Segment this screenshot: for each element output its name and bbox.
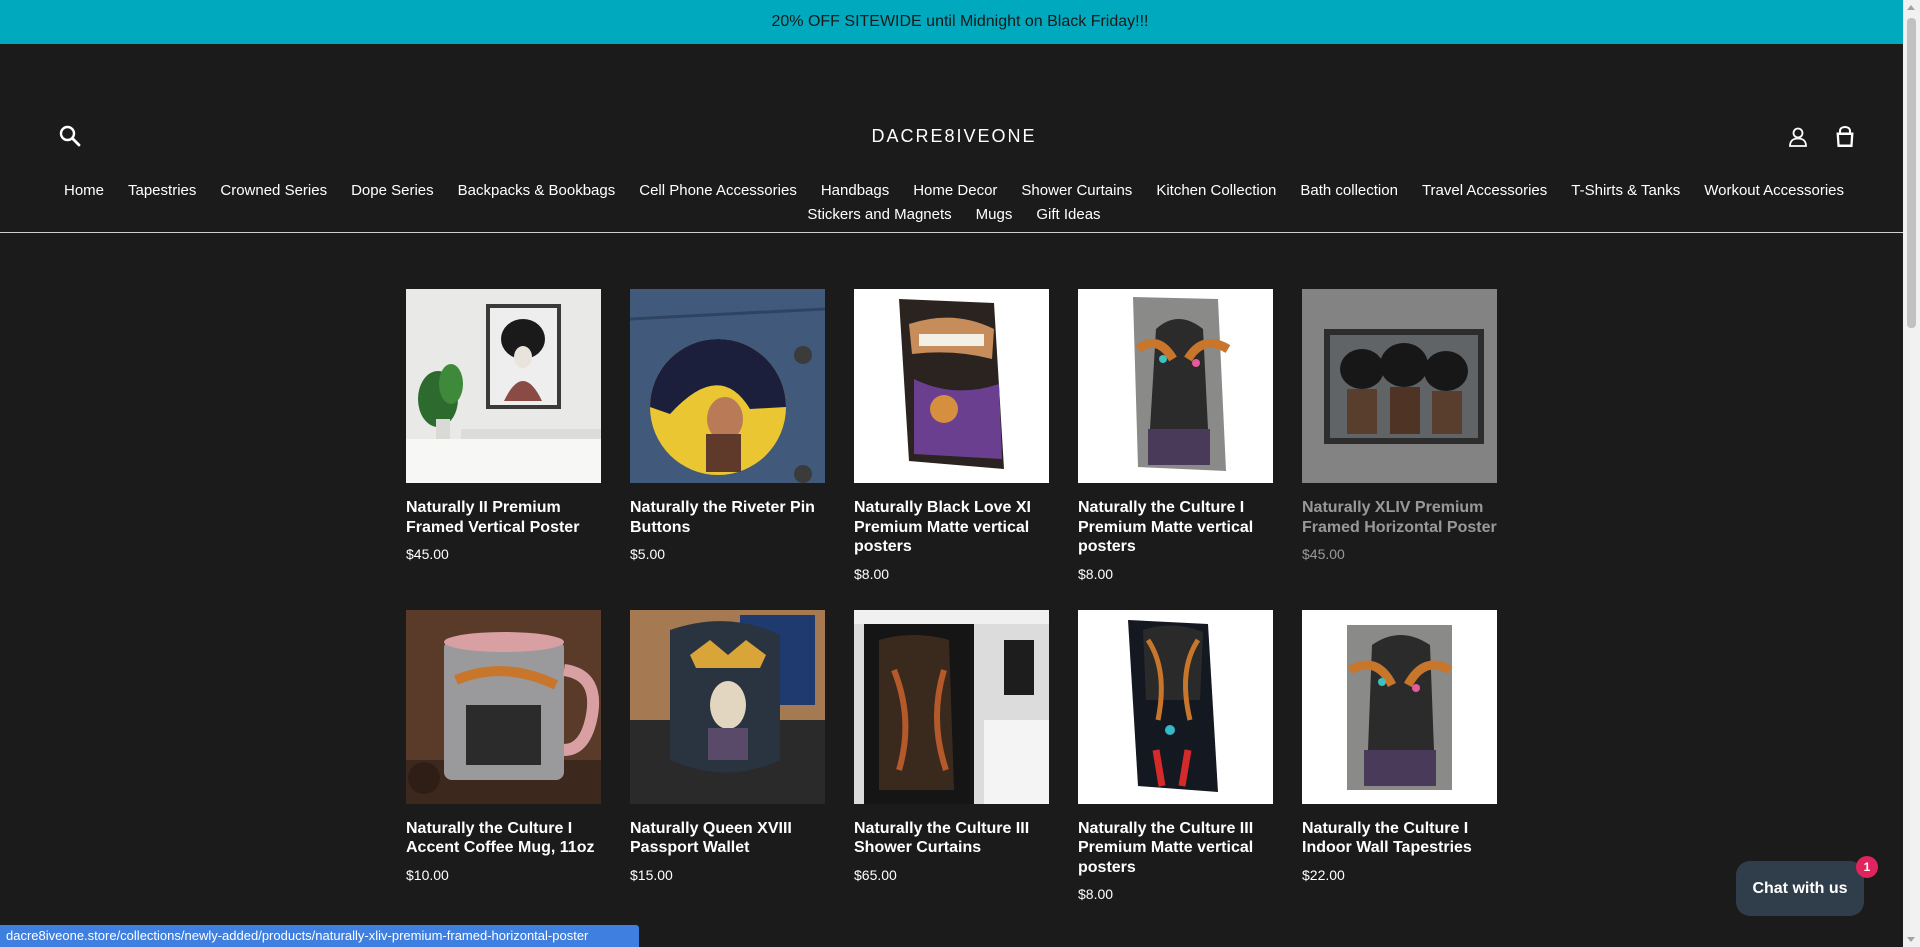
- product-price: $22.00: [1302, 866, 1345, 883]
- scroll-thumb[interactable]: [1907, 18, 1916, 328]
- product-price: $8.00: [1078, 886, 1114, 902]
- product-title[interactable]: Naturally the Riveter Pin Buttons: [630, 498, 825, 537]
- matte-poster-image[interactable]: [854, 289, 1049, 483]
- framed-poster-image[interactable]: [406, 289, 601, 483]
- user-icon: [1789, 127, 1807, 147]
- chat-button[interactable]: Chat with us: [1736, 861, 1864, 916]
- pin-button-image[interactable]: [630, 289, 825, 483]
- product-price: $10.00: [406, 866, 449, 883]
- nav-item-travel-accessories[interactable]: Travel Accessories: [1410, 183, 1559, 199]
- coffee-mug-image[interactable]: [406, 609, 601, 804]
- site-header: DACRE8IVEONE Home Tapestries Crowned Serie…: [0, 44, 1920, 233]
- nav-item-shower-curtains[interactable]: Shower Curtains: [1009, 183, 1144, 199]
- product-card[interactable]: Naturally Black Love XI Premium Matte ve…: [854, 289, 1049, 583]
- product-title[interactable]: Naturally II Premium Framed Vertical Pos…: [406, 498, 601, 537]
- product-card[interactable]: Naturally the Culture III Premium Matte …: [1078, 609, 1273, 904]
- product-title[interactable]: Naturally Queen XVIII Passport Wallet: [630, 819, 825, 858]
- scroll-up-arrow-icon[interactable]: [1907, 5, 1915, 10]
- product-card[interactable]: Naturally the Culture I Accent Coffee Mu…: [406, 609, 601, 904]
- matte-poster-image[interactable]: [1078, 289, 1273, 483]
- cart-icon: [1836, 125, 1854, 147]
- nav-item-bath-collection[interactable]: Bath collection: [1288, 183, 1410, 199]
- product-price: $65.00: [854, 866, 897, 883]
- nav-item-crowned-series[interactable]: Crowned Series: [208, 183, 339, 199]
- nav-item-stickers-and-magnets[interactable]: Stickers and Magnets: [795, 207, 963, 223]
- passport-wallet-image[interactable]: [630, 609, 825, 804]
- product-title[interactable]: Naturally Black Love XI Premium Matte ve…: [854, 498, 1049, 557]
- account-button[interactable]: [1787, 126, 1809, 148]
- product-card[interactable]: Naturally Queen XVIII Passport Wallet $15…: [630, 609, 825, 904]
- nav-item-dope-series[interactable]: Dope Series: [339, 183, 446, 199]
- product-card[interactable]: Naturally the Culture III Shower Curtain…: [854, 609, 1049, 904]
- cart-button[interactable]: [1833, 125, 1857, 149]
- product-title[interactable]: Naturally the Culture III Shower Curtain…: [854, 819, 1049, 858]
- main-navigation: Home Tapestries Crowned Series Dope Series B…: [12, 183, 1896, 223]
- nav-item-tapestries[interactable]: Tapestries: [116, 183, 208, 199]
- store-logo[interactable]: DACRE8IVEONE: [0, 126, 1908, 147]
- product-price: $15.00: [630, 866, 673, 883]
- wall-tapestry-image[interactable]: [1302, 609, 1497, 804]
- product-title[interactable]: Naturally the Culture I Premium Matte ve…: [1078, 498, 1273, 557]
- chat-label: Chat with us: [1752, 879, 1848, 897]
- scroll-down-arrow-icon[interactable]: [1907, 937, 1915, 942]
- nav-item-home[interactable]: Home: [52, 183, 116, 199]
- nav-item-home-decor[interactable]: Home Decor: [901, 183, 1009, 199]
- product-price: $8.00: [854, 565, 890, 582]
- product-title[interactable]: Naturally the Culture III Premium Matte …: [1078, 819, 1273, 878]
- matte-poster-image[interactable]: [1078, 609, 1273, 804]
- nav-item-workout-accessories[interactable]: Workout Accessories: [1692, 183, 1856, 199]
- nav-item-cell-phone-accessories[interactable]: Cell Phone Accessories: [627, 183, 809, 199]
- product-title[interactable]: Naturally the Culture I Indoor Wall Tape…: [1302, 819, 1497, 858]
- product-card[interactable]: Naturally XLIV Premium Framed Horizontal…: [1302, 289, 1497, 583]
- nav-item-handbags[interactable]: Handbags: [809, 183, 901, 199]
- product-price: $45.00: [1302, 546, 1345, 562]
- product-price: $5.00: [630, 546, 666, 562]
- product-price: $8.00: [1078, 565, 1114, 582]
- nav-item-kitchen-collection[interactable]: Kitchen Collection: [1144, 183, 1288, 199]
- product-title[interactable]: Naturally XLIV Premium Framed Horizontal…: [1302, 498, 1497, 537]
- product-card[interactable]: Naturally the Culture I Indoor Wall Tape…: [1302, 609, 1497, 904]
- page-scrollbar[interactable]: [1903, 0, 1920, 947]
- product-grid: Naturally II Premium Framed Vertical Pos…: [406, 289, 1498, 903]
- nav-item-mugs[interactable]: Mugs: [964, 207, 1025, 223]
- nav-item-gift-ideas[interactable]: Gift Ideas: [1024, 207, 1112, 223]
- product-title[interactable]: Naturally the Culture I Accent Coffee Mu…: [406, 819, 601, 858]
- link-status-bar: dacre8iveone.store/collections/newly-add…: [0, 925, 639, 947]
- shower-curtain-image[interactable]: [854, 609, 1049, 804]
- product-card[interactable]: Naturally the Riveter Pin Buttons $5.00: [630, 289, 825, 583]
- announcement-bar: 20% OFF SITEWIDE until Midnight on Black…: [0, 0, 1920, 44]
- announcement-text: 20% OFF SITEWIDE until Midnight on Black…: [771, 13, 1149, 30]
- product-card[interactable]: Naturally II Premium Framed Vertical Pos…: [406, 289, 601, 583]
- product-price: $45.00: [406, 546, 449, 562]
- nav-item-backpacks-bookbags[interactable]: Backpacks & Bookbags: [446, 183, 628, 199]
- product-card[interactable]: Naturally the Culture I Premium Matte ve…: [1078, 289, 1273, 583]
- nav-item-t-shirts-tanks[interactable]: T-Shirts & Tanks: [1559, 183, 1692, 199]
- chat-notification-badge: 1: [1856, 856, 1878, 878]
- framed-poster-image[interactable]: [1302, 289, 1497, 483]
